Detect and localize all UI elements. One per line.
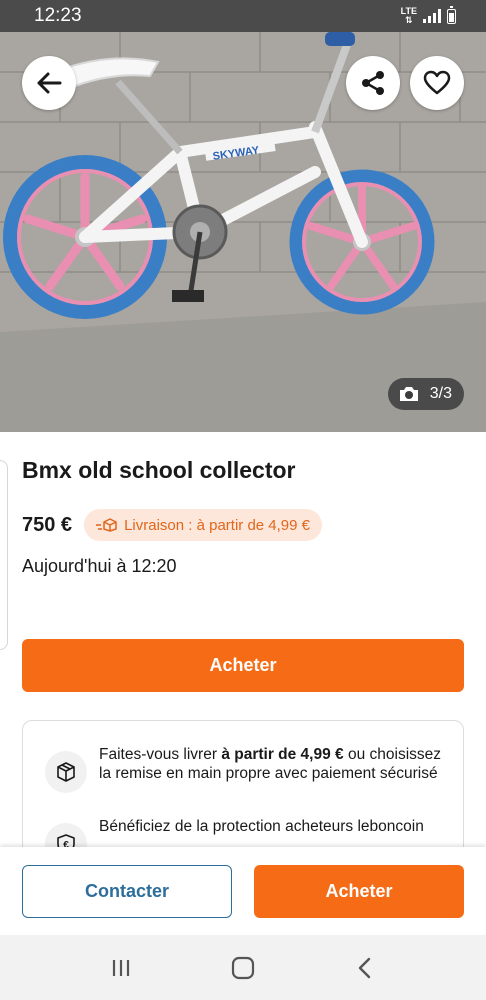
bottom-action-bar: Contacter Acheter: [0, 847, 486, 935]
network-label: LTE: [400, 6, 417, 16]
back-button[interactable]: [22, 56, 76, 110]
listing-date: Aujourd'hui à 12:20: [22, 556, 177, 576]
side-rail: [0, 460, 8, 650]
share-icon: [362, 71, 384, 95]
delivery-badge-text: Livraison : à partir de 4,99 €: [124, 516, 311, 534]
favorite-button[interactable]: [410, 56, 464, 110]
photo-counter: 3/3: [387, 378, 464, 410]
delivery-badge: Livraison : à partir de 4,99 €: [84, 509, 323, 541]
buy-button[interactable]: Acheter: [22, 639, 464, 692]
system-navigation-bar: [0, 935, 486, 1000]
status-icons: LTE ⇅: [400, 5, 456, 25]
camera-icon: [399, 387, 418, 401]
contact-button[interactable]: Contacter: [22, 865, 232, 918]
listing-title: Bmx old school collector: [22, 457, 296, 483]
recent-apps-icon[interactable]: [101, 948, 141, 988]
listing-price: 750 €: [22, 513, 73, 536]
home-icon[interactable]: [223, 948, 263, 988]
buy-bottom-button[interactable]: Acheter: [254, 865, 464, 918]
status-bar: 12:23 LTE ⇅: [0, 0, 486, 32]
package-icon: [45, 751, 87, 793]
back-arrow-icon: [37, 72, 62, 94]
heart-icon: [423, 70, 451, 95]
delivery-info-prefix: Faites-vous livrer: [99, 746, 222, 763]
price-row: 750 € Livraison : à partir de 4,99 €: [22, 509, 323, 541]
delivery-info-row: Faites-vous livrer à partir de 4,99 € ou…: [45, 745, 449, 793]
signal-icon: [423, 9, 441, 23]
share-button[interactable]: [346, 56, 400, 110]
delivery-box-icon: [96, 518, 117, 532]
listing-photo[interactable]: SKYWAY 3/3: [0, 32, 486, 432]
back-icon[interactable]: [345, 948, 385, 988]
status-time: 12:23: [34, 5, 82, 26]
lte-icon: LTE ⇅: [400, 6, 417, 25]
delivery-info-text: Faites-vous livrer à partir de 4,99 € ou…: [99, 745, 449, 793]
delivery-info-price: à partir de 4,99 €: [221, 746, 344, 763]
photo-counter-text: 3/3: [429, 385, 452, 402]
battery-icon: [447, 5, 456, 24]
